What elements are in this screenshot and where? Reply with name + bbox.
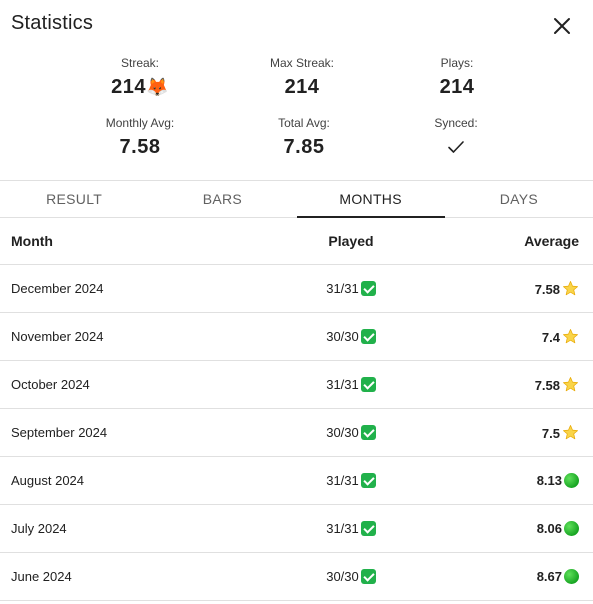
stat-monthly-avg: Monthly Avg: 7.58 [60,115,220,159]
cell-played: 31/31 [221,264,481,313]
cell-average: 7.58 [481,264,593,313]
stat-value: 214 [439,76,475,98]
stats-tabs: RESULT BARS MONTHS DAYS [0,180,593,218]
average-value: 7.58 [534,282,560,297]
check-mark-icon [360,569,376,584]
table-body: December 2024 31/31 7.58 November 2024 30/30… [0,264,593,601]
average-value: 7.5 [541,426,560,441]
check-mark-icon [360,329,376,344]
table-row: November 2024 30/30 7.4 [0,312,593,361]
played-count: 31/31 [326,473,359,488]
check-mark-icon [360,473,376,488]
played-count: 30/30 [326,425,359,440]
table-row: September 2024 30/30 7.5 [0,408,593,457]
checkmark-icon [448,141,464,153]
cell-average: 7.5 [481,408,593,457]
tab-bars[interactable]: BARS [148,181,296,217]
played-count: 31/31 [326,281,359,296]
star-icon [563,425,578,440]
stat-label: Streak: [120,56,159,70]
stat-value: 214 [284,76,320,98]
check-mark-icon [360,377,376,392]
average-value: 8.67 [536,569,562,584]
cell-played: 31/31 [221,360,481,409]
stat-streak: Streak: 214🦊 [60,55,220,99]
star-icon [563,329,578,344]
cell-average: 7.58 [481,360,593,409]
cell-played: 30/30 [221,552,481,601]
months-table: Month Played Average December 2024 31/31 7… [0,217,593,601]
stat-label: Monthly Avg: [105,116,175,130]
stat-label: Plays: [440,56,474,70]
stat-value: 7.58 [119,136,161,158]
stat-value: 214🦊 [60,75,220,99]
stat-plays: Plays: 214 [377,55,537,99]
average-value: 7.4 [541,330,560,345]
played-count: 31/31 [326,521,359,536]
green-circle-icon [564,521,579,536]
cell-month: October 2024 [0,360,221,409]
cell-month: June 2024 [0,552,221,601]
check-mark-icon [360,521,376,536]
played-count: 30/30 [326,569,359,584]
close-button[interactable] [550,14,574,38]
dialog-header: Statistics [0,0,593,52]
tab-days[interactable]: DAYS [445,181,593,217]
star-icon [563,281,578,296]
green-circle-icon [564,569,579,584]
stat-synced: Synced: [376,115,536,159]
table-header-row: Month Played Average [0,217,593,265]
stat-total-avg: Total Avg: 7.85 [224,115,384,159]
column-header-played[interactable]: Played [221,217,481,265]
cell-month: December 2024 [0,264,221,313]
cell-played: 31/31 [221,504,481,553]
cell-played: 30/30 [221,408,481,457]
cell-month: September 2024 [0,408,221,457]
cell-played: 30/30 [221,312,481,361]
average-value: 7.58 [534,378,560,393]
tab-months[interactable]: MONTHS [296,181,446,218]
star-icon [563,377,578,392]
stat-label: Synced: [434,116,478,130]
cell-average: 8.13 [481,456,593,505]
cell-month: July 2024 [0,504,221,553]
cell-average: 8.67 [481,552,593,601]
cell-average: 7.4 [481,312,593,361]
stat-label: Total Avg: [278,116,330,130]
tab-result[interactable]: RESULT [0,181,148,217]
stat-value: 7.85 [283,136,325,158]
column-header-month[interactable]: Month [0,217,221,265]
table-row: June 2024 30/30 8.67 [0,552,593,601]
dialog-title: Statistics [11,12,94,34]
cell-average: 8.06 [481,504,593,553]
average-value: 8.06 [536,521,562,536]
check-mark-icon [360,425,376,440]
table-row: December 2024 31/31 7.58 [0,264,593,313]
cell-month: August 2024 [0,456,221,505]
check-mark-icon [360,281,376,296]
green-circle-icon [564,473,579,488]
streak-value: 214 [111,76,146,98]
table-row: July 2024 31/31 8.06 [0,504,593,553]
synced-status [376,135,536,159]
close-icon [554,18,570,34]
table-row: October 2024 31/31 7.58 [0,360,593,409]
fox-icon: 🦊 [145,77,169,97]
played-count: 31/31 [326,377,359,392]
stat-label: Max Streak: [269,56,335,70]
average-value: 8.13 [536,473,562,488]
column-header-average[interactable]: Average [481,217,593,265]
cell-month: November 2024 [0,312,221,361]
cell-played: 31/31 [221,456,481,505]
played-count: 30/30 [326,329,359,344]
table-row: August 2024 31/31 8.13 [0,456,593,505]
stat-max-streak: Max Streak: 214 [222,55,382,99]
